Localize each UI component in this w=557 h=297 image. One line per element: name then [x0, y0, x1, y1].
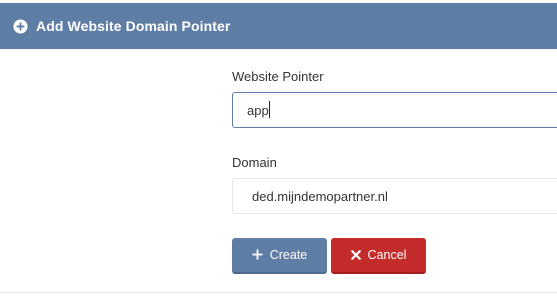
- cancel-button-label: Cancel: [367, 248, 407, 262]
- cancel-button[interactable]: Cancel: [331, 238, 426, 274]
- create-button-label: Create: [269, 248, 308, 262]
- divider: [0, 292, 557, 293]
- panel-header: Add Website Domain Pointer: [0, 3, 557, 49]
- plus-circle-icon: [13, 18, 28, 34]
- create-button[interactable]: Create: [232, 238, 327, 274]
- panel-title: Add Website Domain Pointer: [36, 18, 231, 34]
- website-pointer-label: Website Pointer: [232, 69, 324, 84]
- website-pointer-input[interactable]: [232, 92, 557, 128]
- text-caret: [269, 101, 270, 118]
- plus-icon: [252, 248, 263, 263]
- domain-input[interactable]: [232, 178, 557, 214]
- add-domain-pointer-panel: Add Website Domain Pointer Website Point…: [0, 0, 557, 297]
- x-icon: [350, 248, 361, 263]
- domain-label: Domain: [232, 155, 277, 170]
